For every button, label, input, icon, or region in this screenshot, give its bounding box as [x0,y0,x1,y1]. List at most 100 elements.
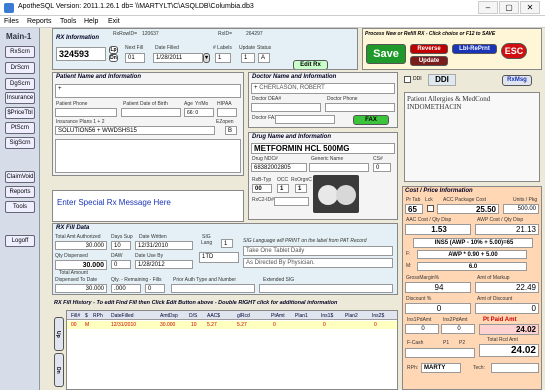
rx-row-id-label: RxRowID= [113,31,138,37]
history-title: RX Fill History - To edit Find Fill then… [54,300,338,306]
doctor-phone-field[interactable] [325,103,395,112]
date-use-by-field[interactable]: 1/28/2012 [135,260,193,269]
f-cash-field[interactable] [405,348,475,358]
maximize-button[interactable]: ▢ [499,1,519,14]
special-message-text[interactable]: Enter Special Rx Message Here [57,198,171,207]
discount-field[interactable]: 0 [405,303,471,314]
doctor-fax-field[interactable] [275,115,335,124]
qty-dispensed-field[interactable]: 30.000 [55,260,107,270]
col-dollar: $ [85,313,88,319]
patient-panel: Patient Name and Information + Patient P… [52,72,244,176]
cell-ins1: 0 [323,322,326,328]
extended-sig-field[interactable] [259,284,393,293]
doctor-dea-field[interactable] [251,103,321,112]
sidebar-insurance-button[interactable]: Insurance [5,92,35,104]
history-down-button[interactable]: Dn [54,353,64,387]
status-field[interactable]: A [258,53,270,63]
allergies-box[interactable]: Patient Allergies & MedCond INDOMETHACIN [404,92,540,182]
rxc2-id-field[interactable] [274,197,309,206]
sig-code-field[interactable]: 1TD [199,252,239,263]
save-button[interactable]: Save [366,44,406,64]
insurance-plans-field[interactable]: SOLUTION56 + WWDSHS15 [55,126,215,135]
table-row[interactable]: 00 M 12/31/2010 30.000 10 5.27 5.27 0 0 … [67,321,397,329]
rx-number-field[interactable]: 324593 [56,47,106,61]
menu-files[interactable]: Files [4,18,19,25]
label-reprint-button[interactable]: Lbl-RePrnt [452,44,497,54]
tech-field[interactable] [491,363,539,373]
patient-hipaa-label: HIPAA [217,101,232,107]
rx-lookup-up-button[interactable]: Lp [109,46,118,54]
ddi-panel: DDI DDI RxMsg Patient Allergies & MedCon… [404,74,542,182]
date-filled-dropdown[interactable]: ▾ [203,53,210,63]
menu-tools[interactable]: Tools [60,18,76,25]
sidebar-claimvoid-button[interactable]: ClaimVoid [5,171,35,183]
cs-field[interactable]: 0 [373,163,391,172]
fax-button[interactable]: FAX [353,115,389,125]
ddi-checkbox[interactable] [404,76,411,83]
sidebar-sigscrn-button[interactable]: SigScrn [5,137,35,149]
patient-name-field[interactable]: + [55,84,241,98]
ezopen-field[interactable]: B [225,126,237,135]
pr-tab-field[interactable]: 65 [405,204,423,214]
menu-reports[interactable]: Reports [27,18,52,25]
history-up-button[interactable]: Up [54,317,64,351]
doctor-add-icon[interactable]: + [254,85,258,91]
reverse-button[interactable]: Reverse [410,44,448,54]
doctor-name-field[interactable]: + CHERLASON, ROBERT [251,83,395,94]
amt-discount-field[interactable]: 0 [475,303,539,314]
edit-rx-button[interactable]: Edit Rx [293,60,328,69]
sidebar-drscrn-button[interactable]: DrScrn [5,62,35,74]
sidebar-logoff-button[interactable]: Logoff [5,235,35,247]
sig-lang-field[interactable]: 1 [221,239,233,248]
sig-line-2[interactable]: As Directed By Physician. [243,258,393,268]
sidebar-pricetbl-button[interactable]: $PriceTbl [5,107,35,119]
close-button[interactable]: ✕ [520,1,540,14]
date-written-field[interactable]: 12/31/2010 [135,241,193,250]
next-fill-field[interactable]: 01 [125,53,145,63]
menu-exit[interactable]: Exit [108,18,120,25]
pt-paid-field[interactable]: 24.02 [479,324,539,335]
acc-package-field[interactable]: 25.50 [437,204,499,214]
menu-help[interactable]: Help [84,18,98,25]
date-filled-field[interactable]: 1/28/2011 [153,53,203,63]
occ-field[interactable]: 1 [277,184,289,193]
doctor-phone-label: Doctor Phone [327,96,358,102]
rx-message-button[interactable]: RxMsg [502,75,532,86]
prior-auth-field[interactable] [171,284,255,293]
labels-field[interactable]: 1 [215,53,231,63]
drug-ndc-field[interactable]: 68382002805 [251,163,307,172]
generic-name-field[interactable] [309,163,369,172]
units-pkg-field[interactable]: 500.00 [503,204,539,214]
rx-lookup-down-button[interactable]: Dn [109,54,118,62]
sig-line-1[interactable]: Take One Tablet Daily [243,246,393,256]
daw-field[interactable]: 0 [111,260,131,269]
sidebar-tools-button[interactable]: Tools [5,201,35,213]
patient-notes-field[interactable] [55,139,241,173]
tech-label: Tech: [473,365,485,371]
sidebar-ptscrn-button[interactable]: PtScrn [5,122,35,134]
sidebar-rxscrn-button[interactable]: RxScrn [5,46,35,58]
rph-field[interactable]: MARTY [421,363,461,373]
update-field[interactable]: 1 [241,53,255,63]
special-message-field[interactable]: Enter Special Rx Message Here [52,190,244,222]
update-button[interactable]: Update [410,56,448,66]
action-panel: Process New or Refill RX - Click choice … [362,28,542,70]
total-auth-field[interactable]: 30.000 [55,241,107,250]
history-section: RX Fill History - To edit Find Fill then… [52,300,398,390]
patient-phone-field[interactable] [55,108,117,117]
esc-button[interactable]: ESC [501,43,527,59]
sidebar-dgscrn-button[interactable]: DgScrn [5,78,35,90]
fill-data-panel: RX Fill Data Total Amt Authorized Days S… [52,223,398,295]
sidebar-reports-button[interactable]: Reports [5,186,35,198]
patient-hipaa-field[interactable] [217,108,237,117]
rx-orgnc-field[interactable]: 1 [295,184,307,193]
col-amt-dsp: AmtDsp [160,313,178,319]
title-bar: ApotheSQL Version: 2011.1.26.1 db= \\MAR… [0,0,545,16]
lock-checkbox[interactable] [427,205,434,212]
rxb-type-field[interactable]: 00 [252,184,272,193]
minimize-button[interactable]: – [478,1,498,14]
patient-add-icon[interactable]: + [58,86,62,92]
patient-dob-field[interactable] [121,108,181,117]
days-supply-field[interactable]: 10 [111,241,131,250]
drug-name-field[interactable]: METFORMIN HCL 500MG [251,143,395,154]
